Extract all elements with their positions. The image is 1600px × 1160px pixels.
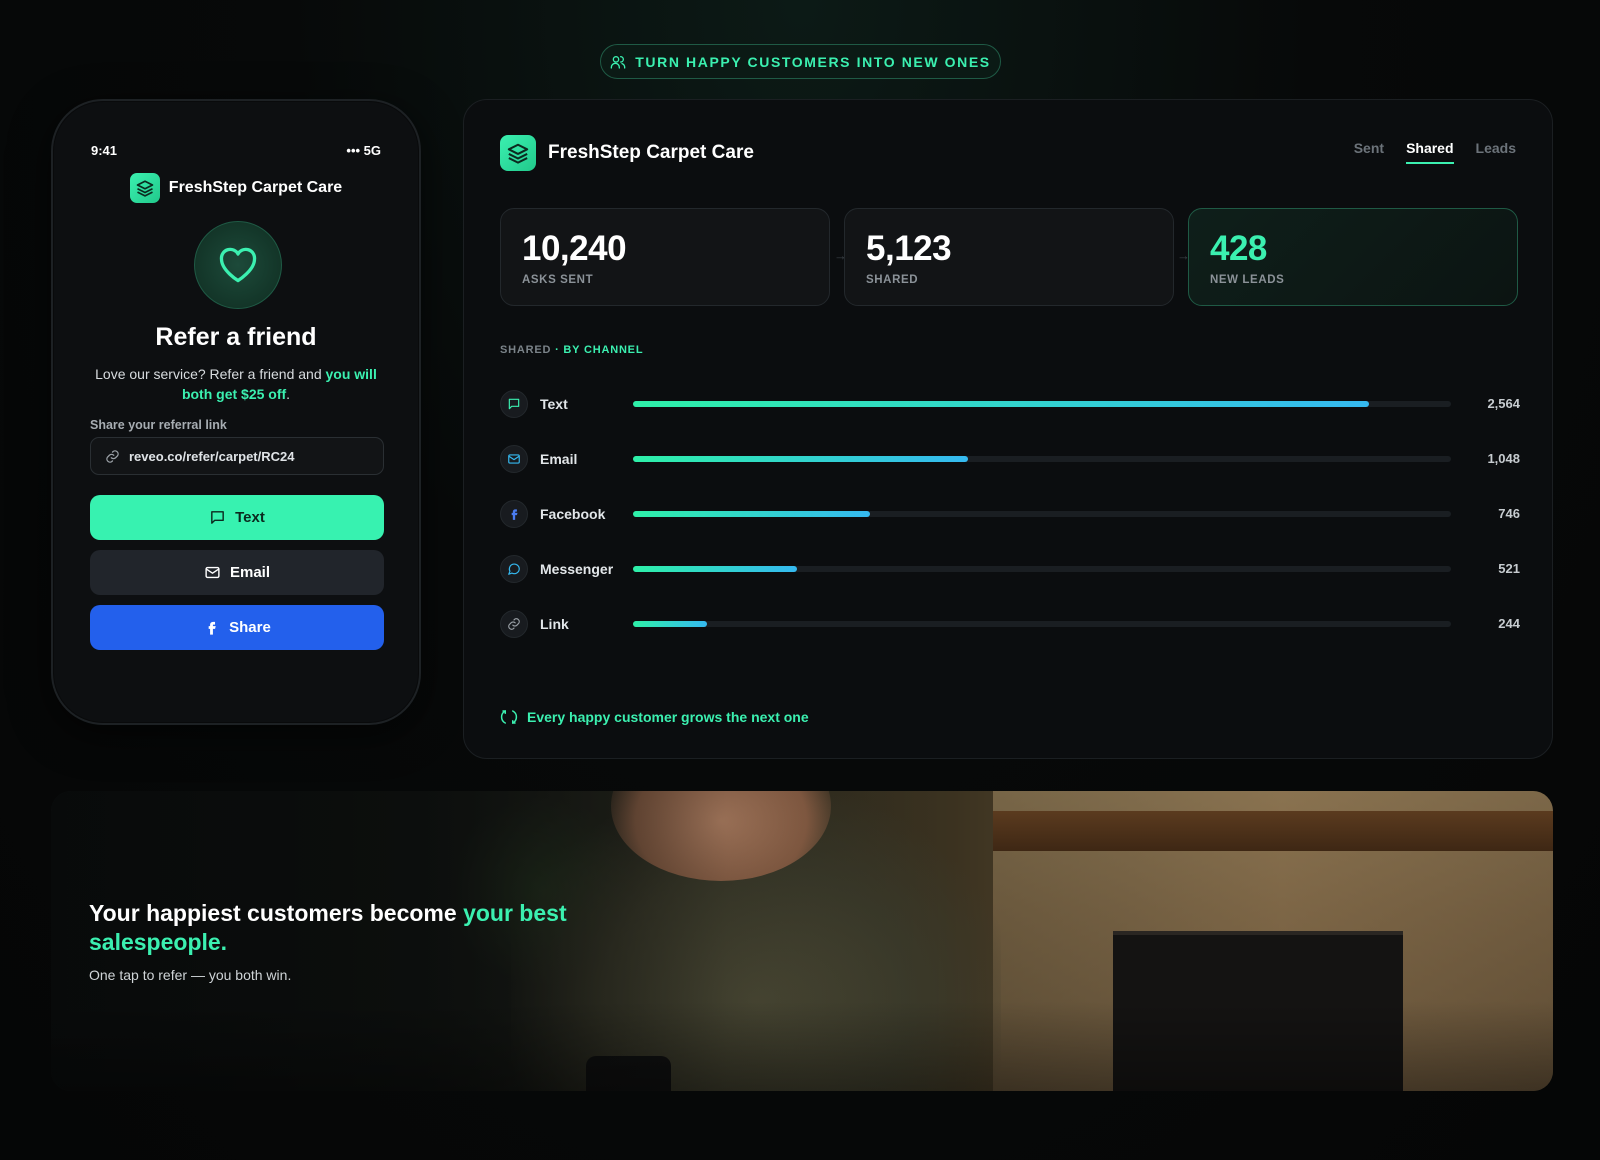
layers-icon [507, 143, 529, 164]
channel-bar-fill [633, 455, 969, 462]
referral-link-label: Share your referral link [90, 418, 227, 432]
refer-desc-suffix: . [286, 386, 291, 402]
stat-label: SHARED [866, 274, 919, 286]
status-bar: 9:41 ••• 5G [91, 143, 381, 158]
layers-icon [136, 180, 154, 197]
share-facebook-button[interactable]: Share [90, 605, 384, 650]
stat-new-leads: 428 NEW LEADS [1188, 208, 1518, 306]
channel-row-email: Email 1,048 [500, 431, 1520, 486]
brand-logo [129, 173, 160, 203]
link-icon [508, 617, 520, 630]
users-icon [610, 55, 626, 69]
channel-row-facebook: Facebook 746 [500, 486, 1520, 541]
share-text-button[interactable]: Text [90, 495, 384, 540]
message-square-icon [508, 398, 520, 409]
link-icon [106, 449, 119, 463]
section-label-text: SHARED [500, 344, 552, 356]
channel-bar-fill [633, 565, 797, 572]
hero-banner: Your happiest customers become your best… [51, 791, 1553, 1091]
message-circle-icon [508, 562, 520, 575]
channel-bar-track [633, 400, 1451, 407]
message-square-icon [211, 511, 224, 524]
stat-value: 10,240 [522, 229, 627, 268]
tab-sent[interactable]: Sent [1354, 140, 1384, 164]
channel-name: Text [540, 395, 568, 412]
channel-bar-fill [633, 620, 707, 627]
facebook-icon [511, 508, 518, 520]
channel-row-messenger: Messenger 521 [500, 541, 1520, 596]
refer-desc-text: Love our service? Refer a friend and [95, 366, 326, 382]
dashboard-brand-name: FreshStep Carpet Care [548, 142, 754, 163]
stat-label: ASKS SENT [522, 274, 594, 286]
referral-link-value: reveo.co/refer/carpet/RC24 [129, 448, 295, 464]
dashboard-brand: FreshStep Carpet Care [500, 135, 754, 171]
banner-title: Your happiest customers become your best… [89, 899, 609, 957]
channel-name: Link [540, 615, 569, 632]
tab-shared[interactable]: Shared [1406, 140, 1454, 164]
refer-title: Refer a friend [155, 323, 317, 351]
channel-list: Text 2,564 Email 1,048 Facebook 746 Mess… [500, 376, 1520, 651]
channel-bar-track [633, 455, 1451, 462]
section-label: SHARED · BY CHANNEL [500, 344, 643, 356]
heart-badge [194, 221, 282, 309]
channel-row-link: Link 244 [500, 596, 1520, 651]
share-email-button[interactable]: Email [90, 550, 384, 595]
channel-bar-track [633, 510, 1451, 517]
footer-note-text: Every happy customer grows the next one [527, 709, 809, 725]
channel-name: Email [540, 450, 578, 467]
stat-label: NEW LEADS [1210, 274, 1285, 286]
section-label-highlight: · BY CHANNEL [555, 344, 644, 356]
status-signal: ••• 5G [346, 143, 381, 158]
mail-icon [205, 566, 220, 579]
channel-icon [500, 554, 528, 583]
channel-name: Facebook [540, 505, 606, 522]
phone-brand: FreshStep Carpet Care [53, 173, 419, 203]
channel-bar-fill [633, 400, 1370, 407]
channel-name: Messenger [540, 560, 614, 577]
channel-bar-fill [633, 510, 871, 517]
status-time: 9:41 [91, 143, 118, 158]
heart-icon [219, 247, 257, 283]
tab-leads[interactable]: Leads [1476, 140, 1516, 164]
dashboard-footer-note: Every happy customer grows the next one [500, 708, 809, 726]
channel-icon [500, 444, 528, 473]
stat-value: 428 [1210, 229, 1267, 268]
channel-row-text: Text 2,564 [500, 376, 1520, 431]
channel-icon [500, 389, 528, 418]
referral-dashboard: FreshStep Carpet Care Sent Shared Leads … [463, 99, 1553, 759]
phone-mockup: 9:41 ••• 5G FreshStep Carpet Care Refer … [51, 99, 421, 725]
referral-link-field[interactable]: reveo.co/refer/carpet/RC24 [90, 437, 384, 475]
brand-logo [500, 135, 536, 171]
share-facebook-label: Share [229, 619, 271, 636]
phone-brand-name: FreshStep Carpet Care [168, 179, 343, 196]
channel-icon [500, 609, 528, 638]
channel-bar-track [633, 565, 1451, 572]
dashboard-tabs: Sent Shared Leads [1354, 140, 1516, 164]
channel-value: 521 [1498, 561, 1520, 576]
refresh-icon [500, 710, 518, 724]
channel-value: 244 [1498, 616, 1520, 631]
refer-description: Love our service? Refer a friend and you… [89, 364, 383, 404]
share-email-label: Email [229, 564, 271, 581]
channel-bar-track [633, 620, 1451, 627]
stat-shared: 5,123 SHARED [844, 208, 1174, 306]
mail-icon [508, 453, 520, 464]
tagline-pill: TURN HAPPY CUSTOMERS INTO NEW ONES [600, 44, 1001, 79]
channel-value: 2,564 [1487, 396, 1520, 411]
stat-value: 5,123 [866, 229, 952, 268]
stat-asks-sent: 10,240 ASKS SENT [500, 208, 830, 306]
channel-value: 746 [1498, 506, 1520, 521]
facebook-icon [208, 621, 216, 635]
channel-icon [500, 499, 528, 528]
channel-value: 1,048 [1487, 451, 1520, 466]
banner-subtitle: One tap to refer — you both win. [89, 967, 292, 983]
share-text-label: Text [235, 509, 265, 526]
tagline-text: TURN HAPPY CUSTOMERS INTO NEW ONES [635, 53, 991, 70]
banner-title-text: Your happiest customers become [89, 900, 464, 926]
